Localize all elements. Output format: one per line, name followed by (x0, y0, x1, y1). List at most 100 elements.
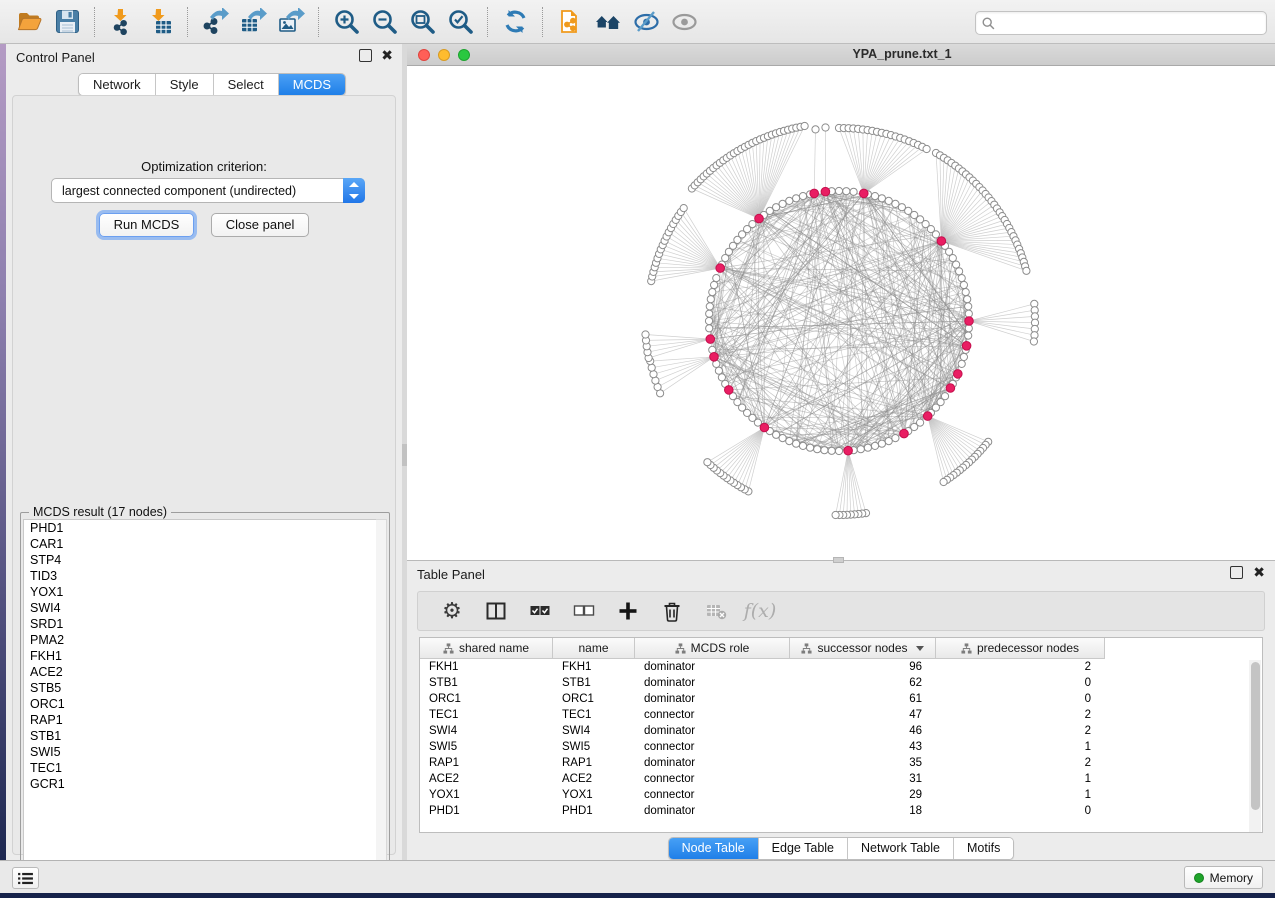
show-columns-icon[interactable] (479, 594, 513, 628)
select-all-icon[interactable] (523, 594, 557, 628)
table-row[interactable]: ACE2ACE2connector311 (420, 771, 1262, 787)
clone-network-icon[interactable] (553, 5, 587, 39)
mcds-result-item[interactable]: SWI5 (24, 744, 377, 760)
optimization-criterion-select[interactable]: largest connected component (undirected) (51, 178, 365, 203)
network-canvas[interactable] (407, 66, 1275, 560)
column-header-name[interactable]: name (553, 638, 635, 659)
memory-label: Memory (1210, 871, 1253, 885)
tab-mcds[interactable]: MCDS (279, 74, 345, 95)
open-file-icon[interactable] (12, 5, 46, 39)
table-cell: FKH1 (420, 659, 553, 675)
settings-gear-icon[interactable]: ⚙ (435, 594, 469, 628)
tab-motifs[interactable]: Motifs (954, 838, 1013, 859)
mcds-result-item[interactable]: PMA2 (24, 632, 377, 648)
mcds-result-item[interactable]: STP4 (24, 552, 377, 568)
table-cell: 31 (790, 771, 936, 787)
minimize-window-traffic-light[interactable] (438, 49, 450, 61)
zoom-fit-icon[interactable] (405, 5, 439, 39)
column-header-MCDS-role[interactable]: MCDS role (635, 638, 790, 659)
table-row[interactable]: FKH1FKH1dominator962 (420, 659, 1262, 675)
table-row[interactable]: STB1STB1dominator620 (420, 675, 1262, 691)
mcds-result-item[interactable]: RAP1 (24, 712, 377, 728)
search-input[interactable] (1000, 16, 1260, 30)
mcds-result-item[interactable]: ORC1 (24, 696, 377, 712)
memory-button[interactable]: Memory (1184, 866, 1263, 889)
table-row[interactable]: PHD1PHD1dominator180 (420, 803, 1262, 819)
mcds-result-item[interactable]: FKH1 (24, 648, 377, 664)
tab-network-table[interactable]: Network Table (848, 838, 954, 859)
table-cell: connector (635, 739, 790, 755)
function-builder-icon: f(x) (743, 594, 777, 628)
show-hidden-icon[interactable] (667, 5, 701, 39)
table-row[interactable]: TEC1TEC1connector472 (420, 707, 1262, 723)
add-row-icon[interactable] (611, 594, 645, 628)
export-image-icon[interactable] (274, 5, 308, 39)
export-network-icon[interactable] (198, 5, 232, 39)
save-session-icon[interactable] (50, 5, 84, 39)
mcds-result-item[interactable]: SRD1 (24, 616, 377, 632)
column-label: shared name (459, 641, 529, 655)
table-cell: connector (635, 771, 790, 787)
column-header-shared-name[interactable]: shared name (420, 638, 553, 659)
zoom-selected-icon[interactable] (443, 5, 477, 39)
table-row[interactable]: SWI5SWI5connector431 (420, 739, 1262, 755)
table-row[interactable]: SWI4SWI4dominator462 (420, 723, 1262, 739)
import-network-icon[interactable] (105, 5, 139, 39)
table-tabs-bar: Node TableEdge TableNetwork TableMotifs (407, 837, 1275, 860)
close-panel-icon[interactable]: ✖ (381, 47, 393, 63)
table-cell: dominator (635, 803, 790, 819)
table-scrollbar-thumb[interactable] (1251, 662, 1260, 810)
control-panel-title: Control Panel (16, 50, 95, 65)
tab-select[interactable]: Select (214, 74, 279, 95)
mcds-result-item[interactable]: ACE2 (24, 664, 377, 680)
toolbar-separator (542, 7, 543, 37)
table-row[interactable]: YOX1YOX1connector291 (420, 787, 1262, 803)
table-scrollbar[interactable] (1249, 660, 1261, 832)
export-table-icon[interactable] (236, 5, 270, 39)
mcds-result-item[interactable]: TID3 (24, 568, 377, 584)
float-panel-icon[interactable] (359, 49, 372, 62)
mcds-list-scrollbar[interactable] (376, 519, 387, 880)
mcds-result-item[interactable]: CAR1 (24, 536, 377, 552)
table-body: FKH1FKH1dominator962STB1STB1dominator620… (420, 659, 1262, 819)
zoom-in-icon[interactable] (329, 5, 363, 39)
horizontal-splitter-grip[interactable] (833, 557, 844, 563)
tab-network[interactable]: Network (79, 74, 156, 95)
delete-row-icon[interactable] (655, 594, 689, 628)
mcds-result-item[interactable]: STB1 (24, 728, 377, 744)
column-header-successor-nodes[interactable]: successor nodes (790, 638, 936, 659)
table-row[interactable]: ORC1ORC1dominator610 (420, 691, 1262, 707)
table-cell: dominator (635, 755, 790, 771)
mcds-result-item[interactable]: GCR1 (24, 776, 377, 792)
mcds-result-item[interactable]: YOX1 (24, 584, 377, 600)
mcds-result-item[interactable]: TEC1 (24, 760, 377, 776)
mcds-tab-content: Optimization criterion: largest connecte… (12, 95, 396, 855)
mcds-result-item[interactable]: PHD1 (24, 520, 377, 536)
close-panel-button[interactable]: Close panel (211, 213, 310, 237)
tab-style[interactable]: Style (156, 74, 214, 95)
network-graph[interactable] (407, 66, 1275, 560)
tab-node-table[interactable]: Node Table (669, 838, 759, 859)
deselect-all-icon[interactable] (567, 594, 601, 628)
zoom-out-icon[interactable] (367, 5, 401, 39)
float-table-panel-icon[interactable] (1230, 566, 1243, 579)
task-history-button[interactable] (12, 867, 39, 889)
mcds-result-list[interactable]: PHD1CAR1STP4TID3YOX1SWI4SRD1PMA2FKH1ACE2… (23, 519, 378, 880)
search-box[interactable] (975, 11, 1267, 35)
mcds-result-item[interactable]: STB5 (24, 680, 377, 696)
column-header-predecessor-nodes[interactable]: predecessor nodes (936, 638, 1105, 659)
tree-icon (961, 643, 972, 654)
tab-edge-table[interactable]: Edge Table (759, 838, 848, 859)
select-stepper-icon (343, 178, 365, 203)
table-row[interactable]: RAP1RAP1dominator352 (420, 755, 1262, 771)
run-mcds-button[interactable]: Run MCDS (99, 213, 195, 237)
network-window-titlebar[interactable]: YPA_prune.txt_1 (407, 44, 1275, 66)
import-table-icon[interactable] (143, 5, 177, 39)
mcds-result-item[interactable]: SWI4 (24, 600, 377, 616)
hide-selection-icon[interactable] (629, 5, 663, 39)
close-window-traffic-light[interactable] (418, 49, 430, 61)
refresh-layout-icon[interactable] (498, 5, 532, 39)
homes-icon[interactable] (591, 5, 625, 39)
selected-criterion: largest connected component (undirected) (52, 184, 343, 198)
close-table-panel-icon[interactable]: ✖ (1253, 564, 1265, 580)
